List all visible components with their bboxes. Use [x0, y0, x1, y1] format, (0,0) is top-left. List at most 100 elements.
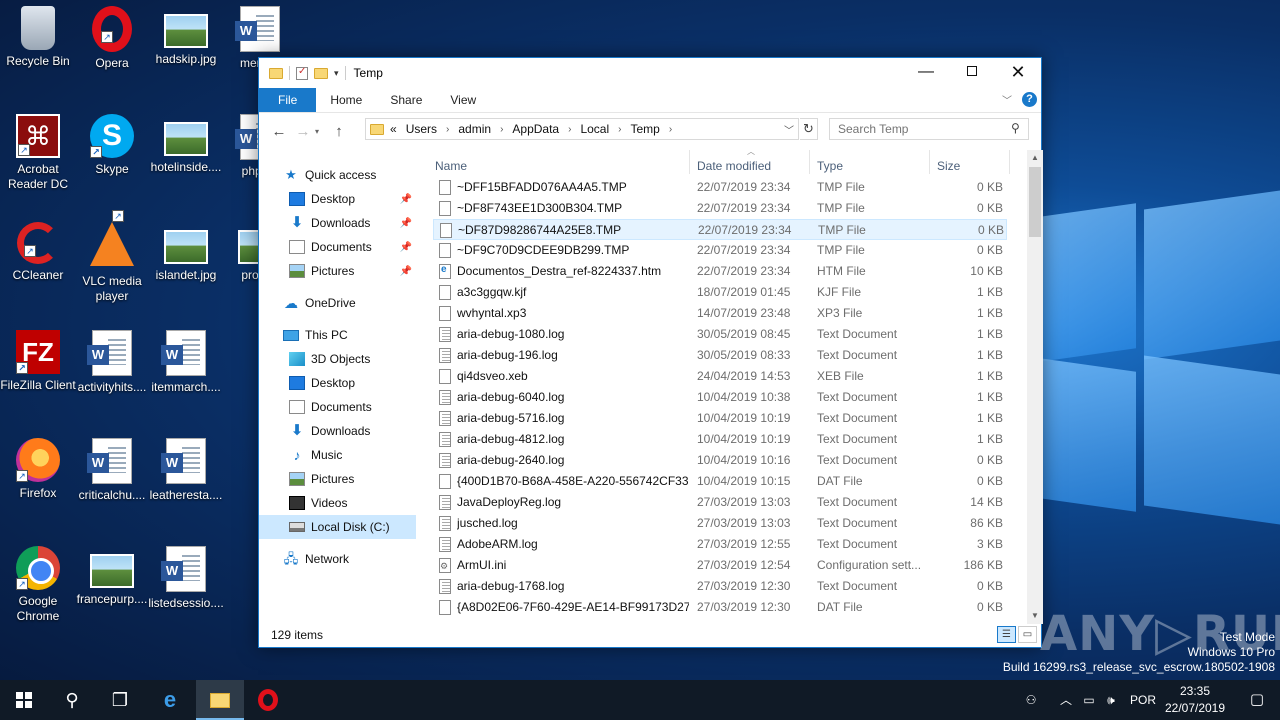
desktop-icon-acrobat-reader-dc[interactable]: ↗ Acrobat Reader DC: [0, 114, 76, 192]
breadcrumb-chevron-icon[interactable]: ›: [618, 124, 621, 135]
refresh-button[interactable]: ↻: [800, 118, 818, 140]
desktop-icon-criticalchu[interactable]: criticalchu....: [74, 438, 150, 503]
edge-button[interactable]: e: [146, 680, 194, 720]
desktop-icon-recycle-bin[interactable]: Recycle Bin: [0, 6, 76, 69]
column-divider[interactable]: [809, 150, 810, 174]
language-indicator[interactable]: POR: [1126, 680, 1160, 720]
file-row[interactable]: aria-debug-6040.log 10/04/2019 10:38 Text …: [433, 387, 1007, 408]
column-date-modified[interactable]: Date modified: [697, 159, 771, 173]
desktop-icon-vlc-media-player[interactable]: ↗ VLC media player: [74, 210, 150, 304]
file-row[interactable]: aria-debug-1768.log 27/03/2019 12:30 Text …: [433, 576, 1007, 597]
nav-local-disk[interactable]: Local Disk (C:): [259, 515, 416, 539]
file-row[interactable]: {400D1B70-B68A-458E-A220-556742CF33... 10…: [433, 471, 1007, 492]
breadcrumb-temp[interactable]: Temp: [630, 122, 659, 136]
column-name[interactable]: Name: [435, 159, 467, 173]
breadcrumb-chevron-icon[interactable]: ›: [669, 124, 672, 135]
desktop-icon-activityhits[interactable]: activityhits....: [74, 330, 150, 395]
file-row[interactable]: ~DF9C70D9CDEE9DB299.TMP 22/07/2019 23:34 T…: [433, 240, 1007, 261]
new-folder-icon[interactable]: [314, 67, 328, 79]
network-icon[interactable]: ▭: [1080, 680, 1098, 720]
people-icon[interactable]: ⚇: [1020, 680, 1042, 720]
nav-desktop[interactable]: Desktop: [259, 371, 416, 395]
breadcrumb-users[interactable]: Users: [406, 122, 437, 136]
file-row[interactable]: Documentos_Destra_ref-8224337.htm 22/07/2…: [433, 261, 1007, 282]
column-divider[interactable]: [1009, 150, 1010, 174]
file-row[interactable]: qi4dsveo.xeb 24/04/2019 14:53 XEB File 1 KB: [433, 366, 1007, 387]
file-row[interactable]: ArmUI.ini 27/03/2019 12:54 Configuration s…: [433, 555, 1007, 576]
nav-qa-pictures[interactable]: Pictures 📌: [259, 259, 416, 283]
action-center-button[interactable]: ▢: [1234, 680, 1280, 720]
nav-qa-desktop[interactable]: Desktop 📌: [259, 187, 416, 211]
help-icon[interactable]: ?: [1022, 92, 1037, 107]
desktop-icon-filezilla-client[interactable]: FZ ↗ FileZilla Client: [0, 330, 76, 393]
file-row[interactable]: a3c3ggqw.kjf 18/07/2019 01:45 KJF File 1 KB: [433, 282, 1007, 303]
nav-this-pc[interactable]: This PC: [259, 323, 416, 347]
desktop-icon-ccleaner[interactable]: ↗ CCleaner: [0, 222, 76, 283]
nav-quick-access[interactable]: ★ Quick access: [259, 163, 416, 187]
address-bar[interactable]: « Users › admin › AppData › Local › Temp…: [365, 118, 799, 140]
desktop-icon-hadskip-jpg[interactable]: hadskip.jpg: [148, 6, 224, 67]
breadcrumb-appdata[interactable]: AppData: [512, 122, 559, 136]
task-view-button[interactable]: ❐: [96, 680, 144, 720]
clock[interactable]: 23:35 22/07/2019: [1160, 683, 1230, 717]
file-row[interactable]: ~DF8F743EE1D300B304.TMP 22/07/2019 23:34 T…: [433, 198, 1007, 219]
nav-onedrive[interactable]: ☁ OneDrive: [259, 291, 416, 315]
file-row[interactable]: {A8D02E06-7F60-429E-AE14-BF99173D27... 27…: [433, 597, 1007, 618]
breadcrumb-overflow[interactable]: «: [390, 122, 397, 136]
properties-icon[interactable]: [296, 66, 308, 80]
maximize-button[interactable]: [949, 58, 995, 88]
breadcrumb-admin[interactable]: admin: [458, 122, 491, 136]
column-divider[interactable]: [929, 150, 930, 174]
file-row[interactable]: ~DFF15BFADD076AA4A5.TMP 22/07/2019 23:34 T…: [433, 177, 1007, 198]
column-divider[interactable]: [689, 150, 690, 174]
file-row[interactable]: aria-debug-4812.log 10/04/2019 10:19 Text …: [433, 429, 1007, 450]
file-explorer-taskbar-button[interactable]: [196, 680, 244, 720]
file-row[interactable]: aria-debug-1080.log 30/05/2019 08:45 Text …: [433, 324, 1007, 345]
nav-documents[interactable]: Documents: [259, 395, 416, 419]
vertical-scrollbar[interactable]: ▲ ▼: [1027, 150, 1043, 624]
title-bar[interactable]: ▾ Temp — ✕: [259, 58, 1041, 88]
breadcrumb-local[interactable]: Local: [580, 122, 609, 136]
tab-view[interactable]: View: [436, 88, 490, 112]
file-row[interactable]: JavaDeployReg.log 27/03/2019 13:03 Text Do…: [433, 492, 1007, 513]
search-input[interactable]: [829, 118, 1029, 140]
file-row[interactable]: wvhyntal.xp3 14/07/2019 23:48 XP3 File 1 KB: [433, 303, 1007, 324]
desktop-icon-listedsessio[interactable]: listedsessio....: [148, 546, 224, 611]
nav-3d-objects[interactable]: 3D Objects: [259, 347, 416, 371]
file-row[interactable]: ~DF87D98286744A25E8.TMP 22/07/2019 23:34 T…: [433, 219, 1007, 240]
desktop-icon-itemmarch[interactable]: itemmarch....: [148, 330, 224, 395]
nav-music[interactable]: ♪ Music: [259, 443, 416, 467]
column-size[interactable]: Size: [937, 159, 960, 173]
desktop-icon-skype[interactable]: S ↗ Skype: [74, 114, 150, 177]
desktop-icon-firefox[interactable]: ↗ Firefox: [0, 438, 76, 501]
file-row[interactable]: aria-debug-2640.log 10/04/2019 10:16 Text …: [433, 450, 1007, 471]
volume-icon[interactable]: 🕪: [1102, 680, 1120, 720]
file-row[interactable]: aria-debug-196.log 30/05/2019 08:33 Text D…: [433, 345, 1007, 366]
desktop-icon-opera[interactable]: ↗ Opera: [74, 6, 150, 71]
search-button[interactable]: ⚲: [48, 680, 96, 720]
desktop-icon-francepurp[interactable]: francepurp....: [74, 546, 150, 607]
breadcrumb-chevron-icon[interactable]: ›: [568, 124, 571, 135]
forward-button[interactable]: →: [291, 123, 315, 140]
breadcrumb-chevron-icon[interactable]: ›: [446, 124, 449, 135]
customize-toolbar-chevron-icon[interactable]: ▾: [334, 68, 339, 79]
nav-qa-downloads[interactable]: ⬇ Downloads 📌: [259, 211, 416, 235]
breadcrumb-chevron-icon[interactable]: ›: [500, 124, 503, 135]
tab-home[interactable]: Home: [316, 88, 376, 112]
nav-videos[interactable]: Videos: [259, 491, 416, 515]
tab-file[interactable]: File: [259, 88, 317, 112]
column-type[interactable]: Type: [817, 159, 843, 173]
file-row[interactable]: aria-debug-5716.log 10/04/2019 10:19 Text …: [433, 408, 1007, 429]
file-row[interactable]: AdobeARM.log 27/03/2019 12:55 Text Documen…: [433, 534, 1007, 555]
expand-ribbon-chevron-icon[interactable]: ﹀: [1002, 92, 1012, 107]
opera-taskbar-button[interactable]: [244, 680, 292, 720]
nav-qa-documents[interactable]: Documents 📌: [259, 235, 416, 259]
nav-downloads[interactable]: ⬇ Downloads: [259, 419, 416, 443]
tab-share[interactable]: Share: [376, 88, 436, 112]
address-dropdown-chevron-icon[interactable]: ﹀: [784, 122, 794, 137]
file-row[interactable]: jusched.log 27/03/2019 13:03 Text Document…: [433, 513, 1007, 534]
desktop-icon-islandet-jpg[interactable]: islandet.jpg: [148, 222, 224, 283]
show-hidden-icons-chevron-icon[interactable]: ︿: [1058, 680, 1074, 720]
scroll-up-arrow-icon[interactable]: ▲: [1027, 150, 1043, 166]
start-button[interactable]: [0, 680, 48, 720]
